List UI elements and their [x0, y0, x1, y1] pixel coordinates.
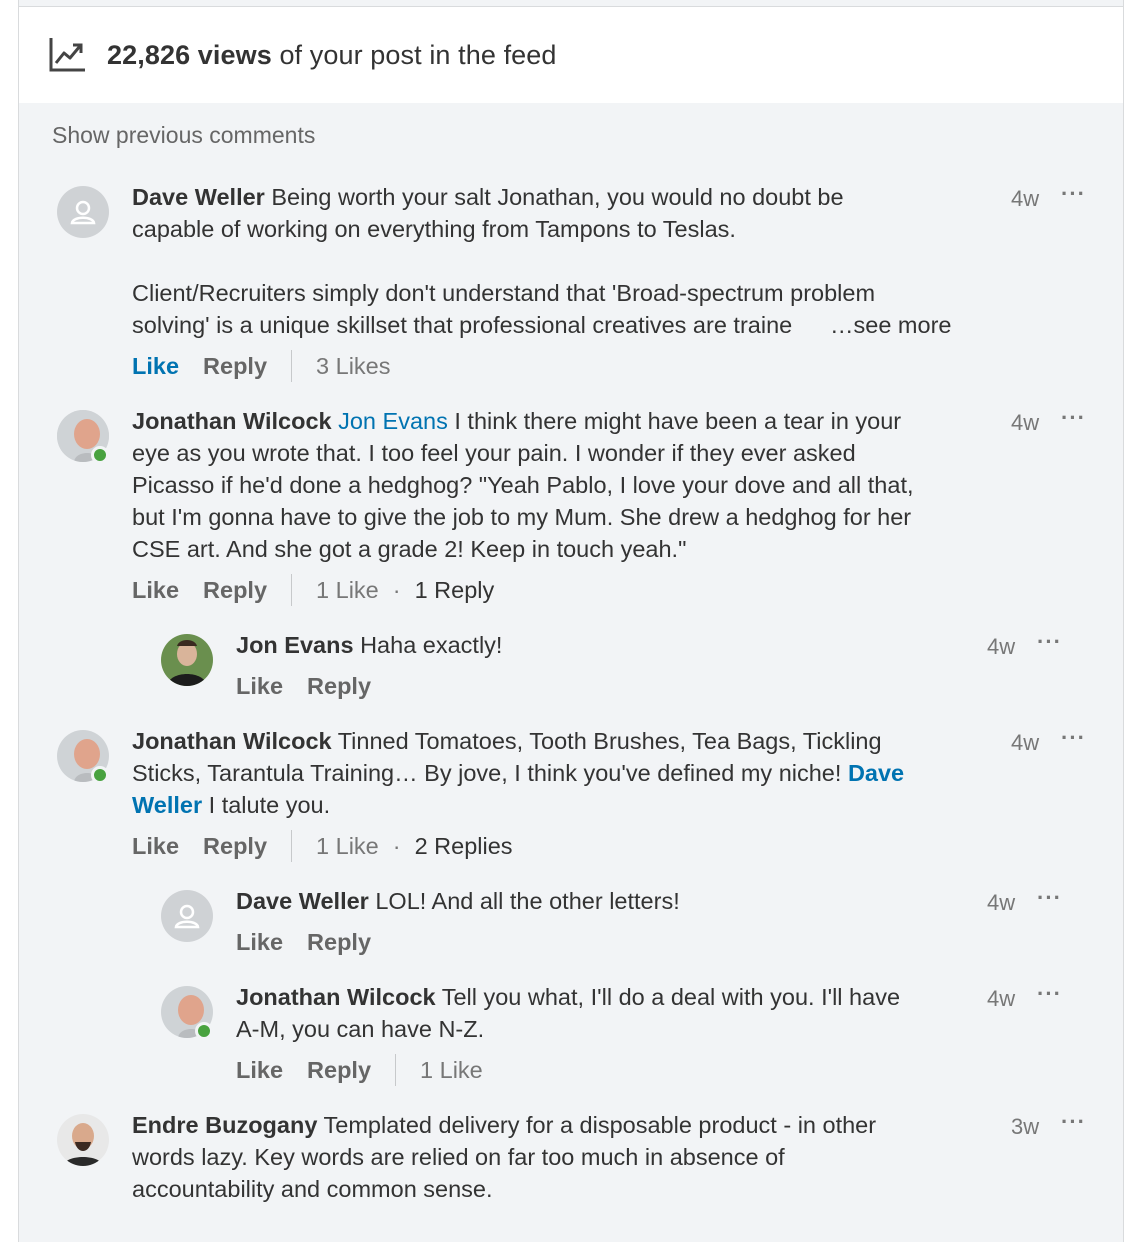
- more-options-icon[interactable]: ···: [1061, 181, 1086, 207]
- comment-timestamp: 4w: [1011, 186, 1040, 211]
- divider: [291, 574, 293, 606]
- comment-text-line: Tinned Tomatoes, Tooth Brushes, Tea Bags…: [337, 728, 882, 754]
- comment-text-line: Templated delivery for a disposable prod…: [323, 1112, 877, 1138]
- comment-body: Dave Weller LOL! And all the other lette…: [236, 885, 956, 917]
- comment-actions: Like Reply: [236, 670, 371, 702]
- reply-button[interactable]: Reply: [203, 353, 267, 380]
- avatar[interactable]: [57, 186, 109, 238]
- like-button[interactable]: Like: [236, 673, 283, 700]
- like-button[interactable]: Like: [236, 1057, 283, 1084]
- comment-author[interactable]: Jon Evans: [236, 632, 354, 658]
- comment-text-line: Picasso if he'd done a hedghog? "Yeah Pa…: [132, 472, 914, 498]
- comment-text-line: Tell you what, I'll do a deal with you. …: [441, 984, 901, 1010]
- comment-text-line: Sticks, Tarantula Training… By jove, I t…: [132, 760, 842, 786]
- mention-link[interactable]: Jon Evans: [338, 408, 448, 434]
- like-button[interactable]: Like: [132, 353, 179, 380]
- reply-button[interactable]: Reply: [307, 1057, 371, 1084]
- comment-author[interactable]: Dave Weller: [236, 888, 369, 914]
- comment-timestamp: 4w: [1011, 410, 1040, 435]
- more-options-icon[interactable]: ···: [1061, 725, 1086, 751]
- more-options-icon[interactable]: ···: [1037, 981, 1062, 1007]
- avatar[interactable]: [57, 1114, 109, 1166]
- comment-actions: Like Reply 1 Like · 1 Reply: [132, 574, 494, 606]
- comment-text-line: I think there might have been a tear in …: [447, 408, 902, 434]
- likes-count[interactable]: 1 Like: [316, 577, 379, 604]
- comment-text-line: LOL! And all the other letters!: [375, 888, 680, 914]
- likes-count[interactable]: 1 Like: [420, 1057, 483, 1084]
- avatar[interactable]: [161, 634, 213, 686]
- trending-up-icon: [49, 38, 85, 72]
- separator-dot: ·: [392, 832, 401, 859]
- mention-link[interactable]: Dave: [848, 760, 904, 786]
- divider: [291, 350, 293, 382]
- avatar[interactable]: [161, 890, 213, 942]
- mention-link[interactable]: Weller: [132, 792, 202, 818]
- reply-button[interactable]: Reply: [203, 577, 267, 604]
- like-button[interactable]: Like: [236, 929, 283, 956]
- comment-text-line: words lazy. Key words are relied on far …: [132, 1144, 785, 1170]
- more-options-icon[interactable]: ···: [1037, 885, 1062, 911]
- comment-timestamp: 3w: [1011, 1114, 1040, 1139]
- views-suffix: of your post in the feed: [271, 39, 557, 70]
- comment-text-line: I talute you.: [202, 792, 331, 818]
- replies-count[interactable]: 1 Reply: [415, 577, 495, 604]
- comment-body: Endre Buzogany Templated delivery for a …: [132, 1109, 992, 1205]
- comment-author[interactable]: Endre Buzogany: [132, 1112, 317, 1138]
- post-views-bar[interactable]: 22,826 views of your post in the feed: [19, 7, 1123, 103]
- reply-button[interactable]: Reply: [203, 833, 267, 860]
- separator-dot: ·: [392, 576, 401, 603]
- comment-text-line: solving' is a unique skillset that profe…: [132, 312, 793, 338]
- comment-author[interactable]: Jonathan Wilcock: [236, 984, 436, 1010]
- comment-text-line: CSE art. And she got a grade 2! Keep in …: [132, 536, 687, 562]
- comment-actions: Like Reply: [236, 926, 371, 958]
- more-options-icon[interactable]: ···: [1037, 629, 1062, 655]
- comment-text-line: eye as you wrote that. I too feel your p…: [132, 440, 856, 466]
- comment-timestamp: 4w: [987, 634, 1016, 659]
- show-previous-comments-link[interactable]: Show previous comments: [52, 122, 315, 149]
- more-options-icon[interactable]: ···: [1061, 405, 1086, 431]
- online-status-indicator: [195, 1022, 213, 1040]
- comment-body: Jonathan Wilcock Tinned Tomatoes, Tooth …: [132, 725, 992, 821]
- more-options-icon[interactable]: ···: [1061, 1109, 1086, 1135]
- profile-photo: [161, 634, 213, 686]
- comment-author[interactable]: Jonathan Wilcock: [132, 408, 332, 434]
- reply-button[interactable]: Reply: [307, 929, 371, 956]
- divider: [395, 1054, 397, 1086]
- views-count: 22,826 views: [107, 39, 272, 70]
- replies-count[interactable]: 2 Replies: [415, 833, 513, 860]
- views-summary: 22,826 views of your post in the feed: [107, 40, 557, 71]
- online-status-indicator: [91, 766, 109, 784]
- comment-author[interactable]: Jonathan Wilcock: [132, 728, 332, 754]
- online-status-indicator: [91, 446, 109, 464]
- comment-author[interactable]: Dave Weller: [132, 184, 265, 210]
- comment-timestamp: 4w: [1011, 730, 1040, 755]
- reply-button[interactable]: Reply: [307, 673, 371, 700]
- comment-body: Jon Evans Haha exactly!: [236, 629, 936, 661]
- ghost-avatar-icon: [174, 904, 200, 929]
- comment-text-line: accountability and common sense.: [132, 1176, 493, 1202]
- see-more-link[interactable]: …see more: [830, 309, 951, 341]
- comment-actions: Like Reply 1 Like · 2 Replies: [132, 830, 513, 862]
- comment-text-line: Client/Recruiters simply don't understan…: [132, 280, 876, 306]
- comment-body: Jonathan Wilcock Tell you what, I'll do …: [236, 981, 966, 1045]
- like-button[interactable]: Like: [132, 577, 179, 604]
- comment-body: Jonathan Wilcock Jon Evans I think there…: [132, 405, 1002, 565]
- comment-text-line: A-M, you can have N-Z.: [236, 1016, 485, 1042]
- comment-text-line: Being worth your salt Jonathan, you woul…: [271, 184, 844, 210]
- comment-timestamp: 4w: [987, 890, 1016, 915]
- comment-timestamp: 4w: [987, 986, 1016, 1011]
- likes-count[interactable]: 1 Like: [316, 833, 379, 860]
- ghost-avatar-icon: [70, 200, 96, 225]
- divider: [291, 830, 293, 862]
- likes-count[interactable]: 3 Likes: [316, 353, 390, 380]
- like-button[interactable]: Like: [132, 833, 179, 860]
- comment-text-line: but I'm gonna have to give the job to my…: [132, 504, 912, 530]
- comments-panel: 22,826 views of your post in the feed Sh…: [18, 0, 1124, 1242]
- profile-photo: [57, 1114, 109, 1166]
- comment-actions: Like Reply 1 Like: [236, 1054, 483, 1086]
- comment-actions: Like Reply 3 Likes: [132, 350, 391, 382]
- comment-text-line: Haha exactly!: [360, 632, 503, 658]
- comment-text-line: capable of working on everything from Ta…: [132, 216, 736, 242]
